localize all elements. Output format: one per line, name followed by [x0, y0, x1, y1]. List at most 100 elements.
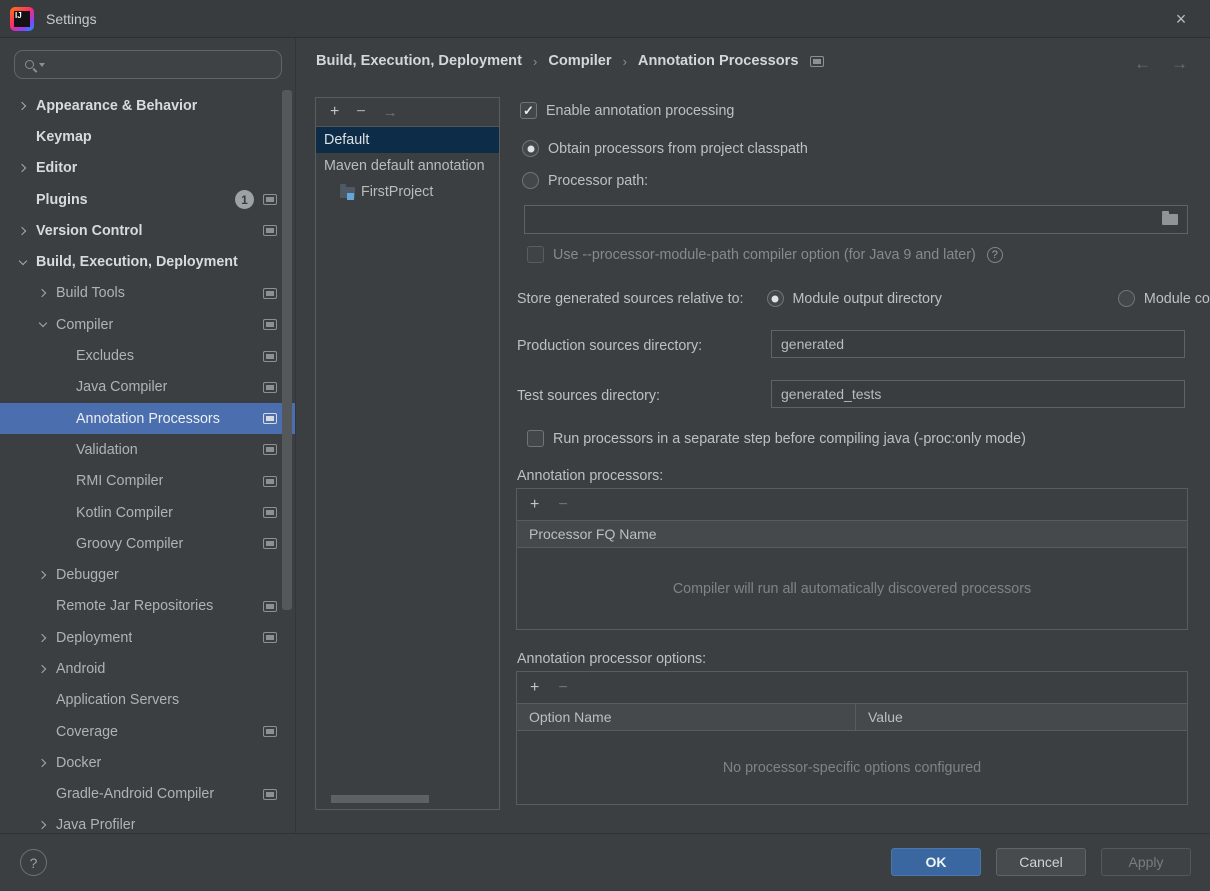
production-sources-value: generated — [781, 336, 845, 352]
module-output-directory-radio[interactable] — [766, 290, 784, 307]
apply-button[interactable]: Apply — [1101, 848, 1191, 876]
sidebar-item-kotlin-compiler[interactable]: Kotlin Compiler — [0, 497, 295, 528]
ok-button[interactable]: OK — [891, 848, 981, 876]
row-indicators — [263, 788, 277, 800]
sidebar-item-groovy-compiler[interactable]: Groovy Compiler — [0, 528, 295, 559]
processor-path-radio[interactable] — [522, 172, 539, 189]
chevron-right-icon[interactable] — [36, 631, 50, 645]
search-input[interactable] — [48, 57, 281, 72]
sidebar-item-appearance-behavior[interactable]: Appearance & Behavior — [0, 90, 295, 121]
browse-folder-icon[interactable] — [1162, 211, 1178, 225]
sidebar-item-build-execution-deployment[interactable]: Build, Execution, Deployment — [0, 246, 295, 277]
production-sources-input[interactable]: generated — [771, 330, 1185, 358]
sidebar-item-remote-jar-repositories[interactable]: Remote Jar Repositories — [0, 591, 295, 622]
sidebar-item-label: Application Servers — [56, 692, 180, 709]
test-sources-input[interactable]: generated_tests — [771, 380, 1185, 408]
test-sources-label: Test sources directory: — [517, 388, 661, 404]
close-icon[interactable]: × — [1168, 6, 1194, 32]
plugins-update-badge: 1 — [235, 190, 254, 210]
chevron-right-icon[interactable] — [16, 224, 30, 238]
store-generated-sources-label: Store generated sources relative to: — [517, 290, 744, 307]
sidebar-item-coverage[interactable]: Coverage — [0, 716, 295, 747]
sidebar-item-label: Excludes — [76, 348, 135, 365]
profile-item-maven-default-annotation[interactable]: Maven default annotation — [316, 153, 499, 179]
sidebar-scrollbar[interactable] — [282, 90, 292, 610]
sidebar-item-gradle-android-compiler[interactable]: Gradle-Android Compiler — [0, 779, 295, 810]
add-option-icon[interactable]: + — [530, 679, 539, 697]
run-separate-step-label: Run processors in a separate step before… — [553, 430, 1026, 447]
value-column-header[interactable]: Value — [856, 704, 903, 730]
sidebar-item-label: Debugger — [56, 567, 119, 584]
settings-indicator-icon — [263, 319, 277, 331]
forward-arrow-icon[interactable]: → — [1171, 54, 1188, 74]
back-arrow-icon[interactable]: ← — [1134, 54, 1151, 74]
option-name-column-header[interactable]: Option Name — [517, 704, 856, 730]
chevron-right-icon[interactable] — [36, 818, 50, 832]
breadcrumb-item[interactable]: Compiler — [548, 53, 611, 69]
search-history-caret-icon[interactable] — [39, 62, 45, 67]
row-indicators — [263, 319, 277, 331]
settings-indicator-icon — [263, 788, 277, 800]
add-profile-icon[interactable]: + — [330, 103, 339, 121]
sidebar-item-application-servers[interactable]: Application Servers — [0, 685, 295, 716]
remove-option-icon[interactable]: − — [558, 679, 567, 697]
processor-path-input[interactable] — [524, 205, 1188, 234]
sidebar-item-compiler[interactable]: Compiler — [0, 309, 295, 340]
sidebar-item-validation[interactable]: Validation — [0, 434, 295, 465]
sidebar-item-label: Coverage — [56, 723, 118, 740]
chevron-right-icon[interactable] — [36, 756, 50, 770]
profile-item-default[interactable]: Default — [316, 127, 499, 153]
obtain-processors-row: Obtain processors from project classpath — [522, 140, 808, 157]
breadcrumb-item[interactable]: Annotation Processors — [638, 53, 799, 69]
sidebar-item-annotation-processors[interactable]: Annotation Processors — [0, 402, 295, 435]
processors-empty-state: Compiler will run all automatically disc… — [672, 580, 1032, 597]
module-path-option-checkbox[interactable] — [527, 246, 544, 263]
run-separate-step-checkbox[interactable] — [527, 430, 544, 447]
sidebar-item-excludes[interactable]: Excludes — [0, 340, 295, 371]
intellij-logo-icon: IJ — [10, 6, 34, 31]
chevron-right-icon[interactable] — [36, 286, 50, 300]
sidebar-item-debugger[interactable]: Debugger — [0, 559, 295, 590]
chevron-down-icon[interactable] — [16, 255, 30, 269]
production-sources-label: Production sources directory: — [517, 338, 703, 354]
move-profile-icon[interactable]: → — [383, 104, 398, 121]
sidebar-item-label: Annotation Processors — [76, 410, 220, 427]
processor-fq-name-column-header[interactable]: Processor FQ Name — [517, 521, 657, 547]
sidebar-item-editor[interactable]: Editor — [0, 153, 295, 184]
chevron-right-icon[interactable] — [36, 662, 50, 676]
chevron-right-icon[interactable] — [16, 99, 30, 113]
chevron-right-icon[interactable] — [16, 161, 30, 175]
sidebar-item-label: Version Control — [36, 222, 143, 239]
add-processor-icon[interactable]: + — [530, 496, 539, 514]
sidebar-item-docker[interactable]: Docker — [0, 747, 295, 778]
sidebar-item-deployment[interactable]: Deployment — [0, 622, 295, 653]
row-indicators: 1 — [235, 190, 277, 210]
sidebar-item-android[interactable]: Android — [0, 653, 295, 684]
settings-search-box[interactable] — [14, 50, 282, 79]
obtain-processors-radio[interactable] — [522, 140, 539, 157]
enable-annotation-processing-checkbox[interactable]: ✓ — [520, 102, 537, 119]
chevron-right-icon[interactable] — [36, 568, 50, 582]
sidebar-item-java-profiler[interactable]: Java Profiler — [0, 810, 295, 833]
breadcrumb-item[interactable]: Build, Execution, Deployment — [316, 53, 522, 69]
profiles-horizontal-scrollbar[interactable] — [331, 795, 429, 803]
chevron-down-icon[interactable] — [36, 318, 50, 332]
sidebar-item-build-tools[interactable]: Build Tools — [0, 278, 295, 309]
sidebar-item-java-compiler[interactable]: Java Compiler — [0, 372, 295, 403]
row-indicators — [263, 381, 277, 393]
sidebar-item-version-control[interactable]: Version Control — [0, 215, 295, 246]
remove-profile-icon[interactable]: − — [356, 103, 365, 121]
profile-item-firstproject[interactable]: FirstProject — [316, 179, 499, 205]
sidebar-item-label: Compiler — [56, 316, 114, 333]
sidebar-item-keymap[interactable]: Keymap — [0, 121, 295, 152]
cancel-button[interactable]: Cancel — [996, 848, 1086, 876]
help-button[interactable]: ? — [20, 849, 47, 876]
remove-processor-icon[interactable]: − — [558, 496, 567, 514]
help-question-icon[interactable]: ? — [986, 246, 1003, 263]
sidebar-item-plugins[interactable]: Plugins 1 — [0, 184, 295, 215]
module-content-root-radio[interactable] — [1117, 290, 1135, 307]
module-folder-icon — [340, 183, 355, 200]
sidebar-item-rmi-compiler[interactable]: RMI Compiler — [0, 466, 295, 497]
